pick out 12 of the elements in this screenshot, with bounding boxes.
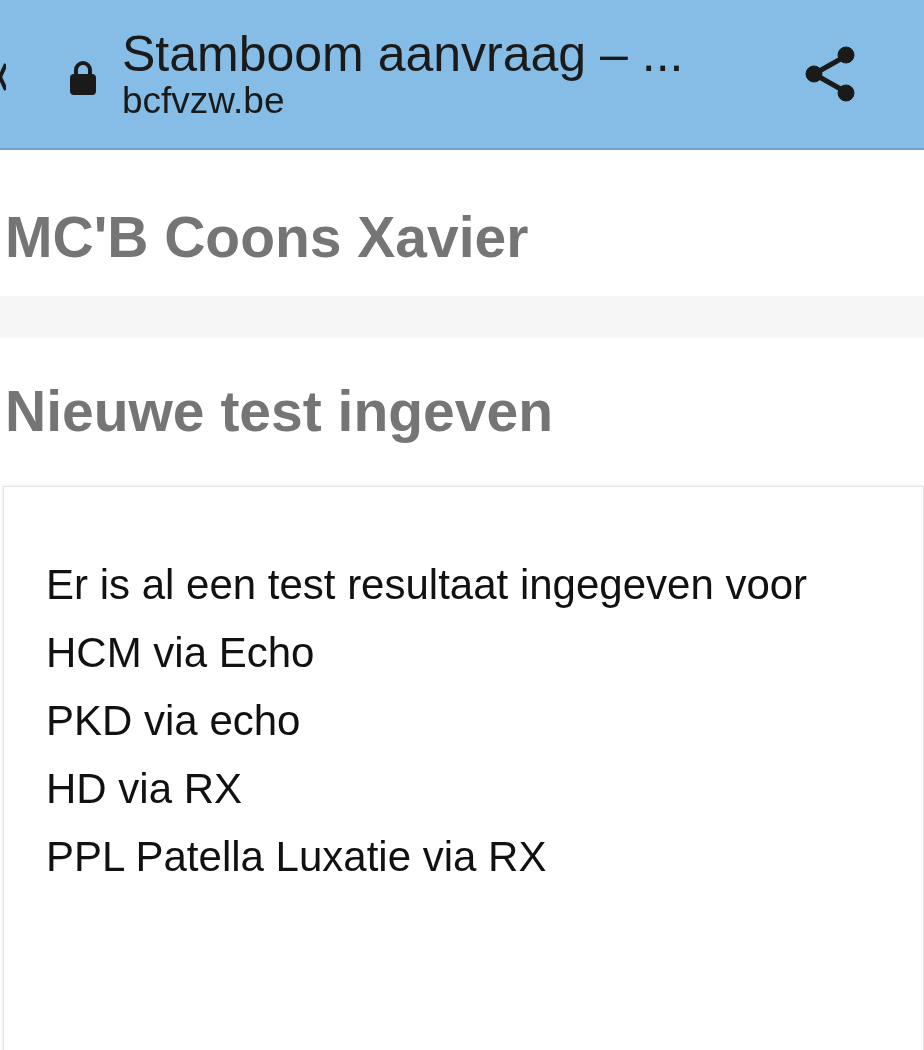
page-heading: MC'B Coons Xavier <box>5 204 529 272</box>
share-icon[interactable] <box>804 46 856 102</box>
page-url: bcfvzw.be <box>122 81 286 121</box>
back-icon[interactable] <box>0 62 6 92</box>
page-title: Stamboom aanvraag – ... <box>122 27 685 81</box>
test-item: HCM via Echo <box>46 628 316 678</box>
section-heading: Nieuwe test ingeven <box>5 378 553 446</box>
test-item: PPL Patella Luxatie via RX <box>46 832 548 882</box>
test-item: PKD via echo <box>46 696 302 746</box>
message-text: Er is al een test resultaat ingegeven voor <box>46 560 809 610</box>
lock-icon <box>68 60 98 96</box>
test-item: HD via RX <box>46 764 244 814</box>
